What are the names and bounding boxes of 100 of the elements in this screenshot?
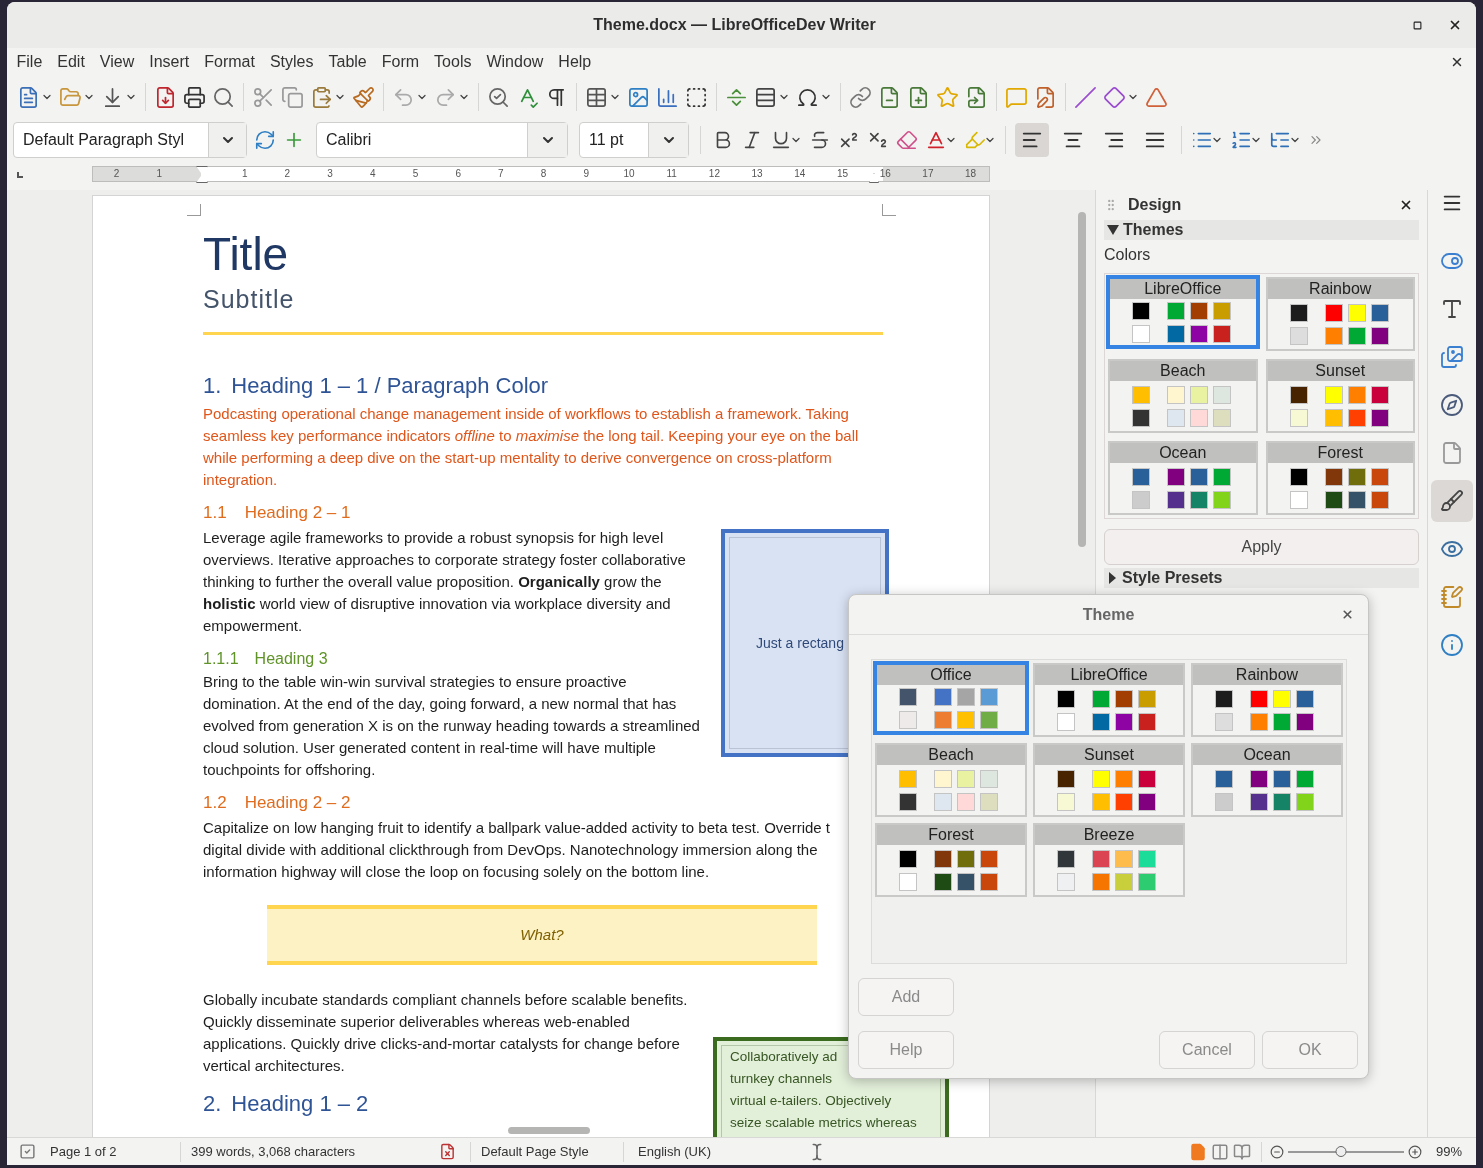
theme-card[interactable]: Forest (1265, 441, 1415, 515)
menu-item[interactable]: View (92, 50, 142, 74)
horizontal-scrollbar[interactable] (508, 1127, 590, 1134)
language[interactable]: English (UK) (638, 1141, 808, 1162)
ruler[interactable]: 2 1 1 2 3 4 5 6 7 8 9 10 11 12 13 14 15 16 17 18 (92, 166, 990, 182)
theme-card[interactable]: Rainbow (1191, 663, 1343, 737)
section-title: Style Presets (1122, 568, 1223, 588)
ruler-number: 18 (965, 167, 977, 181)
font-size-combo[interactable]: 11 pt (579, 122, 689, 158)
multi-page-icon[interactable] (1210, 1142, 1229, 1161)
theme-list[interactable]: Office LibreOffice Rainbow Beach Sunset Ocean Forest Breeze (871, 659, 1347, 964)
theme-card[interactable]: Rainbow (1265, 277, 1415, 351)
table-icon[interactable] (585, 85, 608, 109)
theme-card[interactable]: Ocean (1108, 441, 1258, 515)
sidebar-tab[interactable] (1431, 480, 1473, 522)
star-icon[interactable] (936, 85, 959, 109)
align-button[interactable] (1015, 123, 1049, 157)
menu-item[interactable]: Tools (426, 50, 479, 74)
menu-item[interactable]: Form (374, 50, 427, 74)
paragraph: Bring to the table win-win survival strategies to ensure proactive domination. At the end of the day, going forward, a new normal that has evolved from generation X is on the runway heading towards a streamlined cloud solution. User generated content in real-time will have multiple touchpoints for offshoring. (203, 672, 701, 780)
track-changes-icon[interactable] (1034, 85, 1057, 109)
theme-card[interactable]: Office (873, 661, 1029, 735)
page-style[interactable]: Default Page Style (481, 1141, 623, 1162)
shape-text: Just a rectang (756, 633, 844, 653)
section-header[interactable]: Style Presets (1104, 568, 1419, 588)
theme-card[interactable]: LibreOffice (1033, 663, 1185, 737)
maximize-icon[interactable] (1413, 20, 1422, 30)
ruler-number: 14 (794, 167, 806, 181)
theme-name: Forest (1267, 443, 1413, 463)
notepad-icon (1440, 585, 1464, 609)
theme-name: Beach (1110, 361, 1256, 381)
text-box-icon[interactable] (685, 85, 708, 109)
menu-item[interactable]: Edit (49, 50, 93, 74)
theme-card[interactable]: Ocean (1191, 743, 1343, 817)
pdf-export-icon[interactable] (154, 85, 177, 109)
find-replace-icon[interactable] (487, 85, 510, 109)
theme-name: Forest (877, 825, 1025, 845)
theme-name: Breeze (1035, 825, 1183, 845)
theme-card[interactable]: Beach (1108, 359, 1258, 433)
zoom-slider-thumb[interactable] (1335, 1145, 1347, 1157)
line-icon[interactable] (1074, 85, 1097, 109)
theme-card[interactable]: LibreOffice (1106, 275, 1260, 349)
close-document-icon[interactable] (1450, 55, 1464, 69)
numbered-list-icon[interactable] (1230, 129, 1252, 151)
tab-stop-icon[interactable] (17, 172, 23, 178)
ruler-number: 1 (156, 167, 163, 181)
zoom-in-icon[interactable] (1407, 1144, 1422, 1159)
ruler-number: 3 (327, 167, 333, 181)
paste-icon[interactable] (310, 85, 333, 109)
font-color-icon[interactable] (925, 129, 947, 151)
menu-item[interactable]: File (9, 50, 50, 74)
theme-name: Sunset (1267, 361, 1413, 381)
word-count[interactable]: 399 words, 3,068 characters (191, 1141, 439, 1162)
close-icon[interactable] (1448, 18, 1462, 32)
menu-item[interactable]: Table (321, 50, 375, 74)
new-document-icon[interactable] (17, 85, 40, 109)
close-icon[interactable] (1399, 198, 1413, 212)
theme-card[interactable]: Forest (875, 823, 1027, 897)
zoom-percentage[interactable]: 99% (1435, 1141, 1462, 1162)
diamond-icon[interactable] (1103, 85, 1126, 109)
theme-name: Office (877, 665, 1025, 685)
ruler-number: 7 (498, 167, 504, 181)
paragraph: Globally incubate standards compliant channels before scalable benefits. Quickly disseminate superior deliverables whereas web-enabled applications. Quickly drive clicks-and-mortar catalysts for change before vertical architectures. (203, 990, 689, 1076)
scissors-icon[interactable] (252, 85, 275, 109)
vertical-scrollbar[interactable] (1078, 212, 1086, 547)
triangle-icon[interactable] (1145, 85, 1168, 109)
paragraph-style-combo[interactable]: Default Paragraph Styl (13, 122, 247, 158)
printer-icon[interactable] (183, 85, 206, 109)
paragraph: Podcasting operational change management inside of workflows to establish a framework. Taking seamless key performance indicators offline to maximise the long tail. Keeping your eye on the ball while performing a deep dive on the start-up mentality to derive convergence on cross-platform integration. (203, 404, 860, 490)
strikethrough-icon[interactable] (809, 129, 831, 151)
menu-item[interactable]: Styles (262, 50, 321, 74)
book-view-icon[interactable] (1232, 1142, 1251, 1161)
theme-card[interactable]: Sunset (1265, 359, 1415, 433)
zoom-out-icon[interactable] (1269, 1144, 1284, 1159)
frame-text-line: virtual e-tailers. Objectively (730, 1092, 892, 1110)
menu-item[interactable]: Insert (141, 50, 197, 74)
refresh-style-icon[interactable] (254, 129, 276, 151)
eraser-icon[interactable] (896, 129, 918, 151)
chart-icon[interactable] (656, 85, 679, 109)
heading-number: 1. (203, 372, 222, 400)
menu-item[interactable]: Window (478, 50, 551, 74)
menu-item[interactable]: Format (196, 50, 263, 74)
link-icon[interactable] (849, 85, 872, 109)
clone-formatting-icon[interactable] (352, 85, 375, 109)
theme-card[interactable]: Breeze (1033, 823, 1185, 897)
theme-card[interactable]: Sunset (1033, 743, 1185, 817)
font-name-combo[interactable]: Calibri (316, 122, 568, 158)
document-subtitle: Subtitle (203, 284, 296, 315)
section-header[interactable]: Themes (1104, 220, 1419, 240)
single-page-icon[interactable] (1188, 1142, 1207, 1161)
image-icon[interactable] (627, 85, 650, 109)
ruler-number: 9 (583, 167, 590, 181)
close-icon[interactable] (1341, 608, 1354, 621)
theme-card[interactable]: Beach (875, 743, 1027, 817)
apply-button[interactable]: Apply (1104, 529, 1419, 565)
theme-list[interactable]: LibreOffice Rainbow Beach Sunset Ocean Forest (1104, 273, 1419, 519)
copy-icon[interactable] (281, 85, 304, 109)
underline-icon[interactable] (770, 129, 792, 151)
menu-item[interactable]: Help (550, 50, 599, 74)
page-count[interactable]: Page 1 of 2 (50, 1141, 180, 1162)
